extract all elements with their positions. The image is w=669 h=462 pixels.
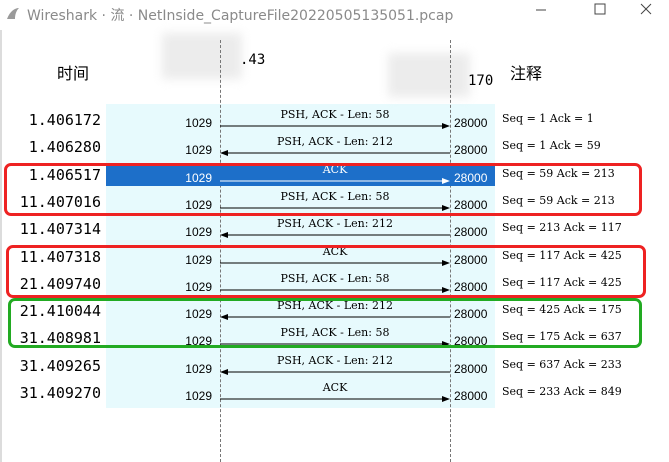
minimize-icon [536, 9, 546, 11]
source-port: 1029 [185, 116, 212, 130]
arrow-right-icon [220, 123, 450, 129]
seq-ack-note: Seq = 1 Ack = 1 [502, 112, 594, 125]
right-host-address: 170 [468, 73, 494, 89]
arrow-left-icon [220, 150, 450, 156]
arrow-right-icon [220, 396, 450, 402]
close-button[interactable] [623, 0, 669, 30]
destination-port: 28000 [454, 116, 488, 130]
flow-row[interactable]: 1.406280 1029 PSH, ACK - Len: 212 28000 Seq … [0, 132, 669, 159]
source-port: 1029 [185, 389, 212, 403]
redacted-ip [388, 53, 470, 97]
flow-row[interactable]: 31.409265 1029 PSH, ACK - Len: 212 28000 Seq… [0, 351, 669, 378]
source-port: 1029 [185, 362, 212, 376]
flow-row[interactable]: 31.409270 1029 ACK 28000 Seq = 233 Ack = 849 [0, 378, 669, 405]
time-column-header: 时间 [57, 64, 90, 83]
seq-ack-note: Seq = 1 Ack = 59 [502, 139, 601, 152]
highlight-box-red [4, 163, 642, 216]
window-title: Wireshark · 流 · NetInside_CaptureFile202… [27, 8, 454, 24]
destination-port: 28000 [454, 143, 488, 157]
packet-flags-label: PSH, ACK - Len: 58 [280, 108, 390, 121]
destination-port: 28000 [454, 225, 488, 239]
packet-flags-label: PSH, ACK - Len: 212 [277, 354, 393, 367]
source-port: 1029 [185, 225, 212, 239]
destination-port: 28000 [454, 362, 488, 376]
minimize-button[interactable] [518, 0, 564, 30]
arrow-left-icon [220, 232, 450, 238]
seq-ack-note: Seq = 233 Ack = 849 [502, 385, 622, 398]
maximize-icon [594, 3, 606, 15]
packet-flags-label: PSH, ACK - Len: 212 [277, 217, 393, 230]
highlight-box-green [8, 298, 642, 348]
wireshark-fin-icon [7, 8, 19, 19]
flow-row[interactable]: 1.406172 1029 PSH, ACK - Len: 58 28000 Seq =… [0, 105, 669, 132]
redacted-ip [162, 33, 242, 79]
title-bar: Wireshark · 流 · NetInside_CaptureFile202… [0, 0, 669, 30]
packet-time: 1.406280 [28, 138, 101, 156]
maximize-button[interactable] [577, 0, 623, 30]
packet-time: 11.407314 [19, 220, 101, 238]
arrow-left-icon [220, 369, 450, 375]
destination-port: 28000 [454, 389, 488, 403]
seq-ack-note: Seq = 213 Ack = 117 [502, 221, 622, 234]
flow-row[interactable]: 11.407314 1029 PSH, ACK - Len: 212 28000 Seq… [0, 214, 669, 241]
packet-time: 1.406172 [28, 111, 101, 129]
source-port: 1029 [185, 143, 212, 157]
packet-time: 31.409270 [19, 384, 101, 402]
highlight-box-red [6, 245, 646, 298]
left-host-address: .43 [240, 52, 266, 68]
note-column-header: 注释 [510, 64, 543, 83]
close-icon [640, 3, 652, 15]
seq-ack-note: Seq = 637 Ack = 233 [502, 358, 622, 371]
packet-time: 31.409265 [19, 357, 101, 375]
packet-flags-label: ACK [322, 381, 348, 394]
packet-flags-label: PSH, ACK - Len: 212 [277, 135, 393, 148]
